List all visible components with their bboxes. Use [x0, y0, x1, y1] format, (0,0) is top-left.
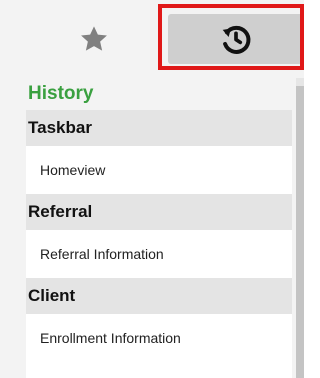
history-panel: History Taskbar Homeview Referral Referr…: [0, 0, 304, 378]
list-item-enrollment-information[interactable]: Enrollment Information: [26, 314, 292, 362]
favorites-tab[interactable]: [20, 14, 168, 64]
section-header-referral: Referral: [26, 194, 292, 230]
list-item-homeview[interactable]: Homeview: [26, 146, 292, 194]
section-header-client: Client: [26, 278, 292, 314]
panel-title: History: [26, 78, 292, 110]
scrollbar-thumb[interactable]: [296, 86, 304, 378]
history-tab[interactable]: [168, 14, 304, 64]
history-icon: [222, 25, 251, 54]
list-item-referral-information[interactable]: Referral Information: [26, 230, 292, 278]
panel-tab-bar: [0, 0, 304, 78]
section-header-taskbar: Taskbar: [26, 110, 292, 146]
star-icon: [81, 26, 107, 51]
history-list: History Taskbar Homeview Referral Referr…: [26, 78, 292, 378]
